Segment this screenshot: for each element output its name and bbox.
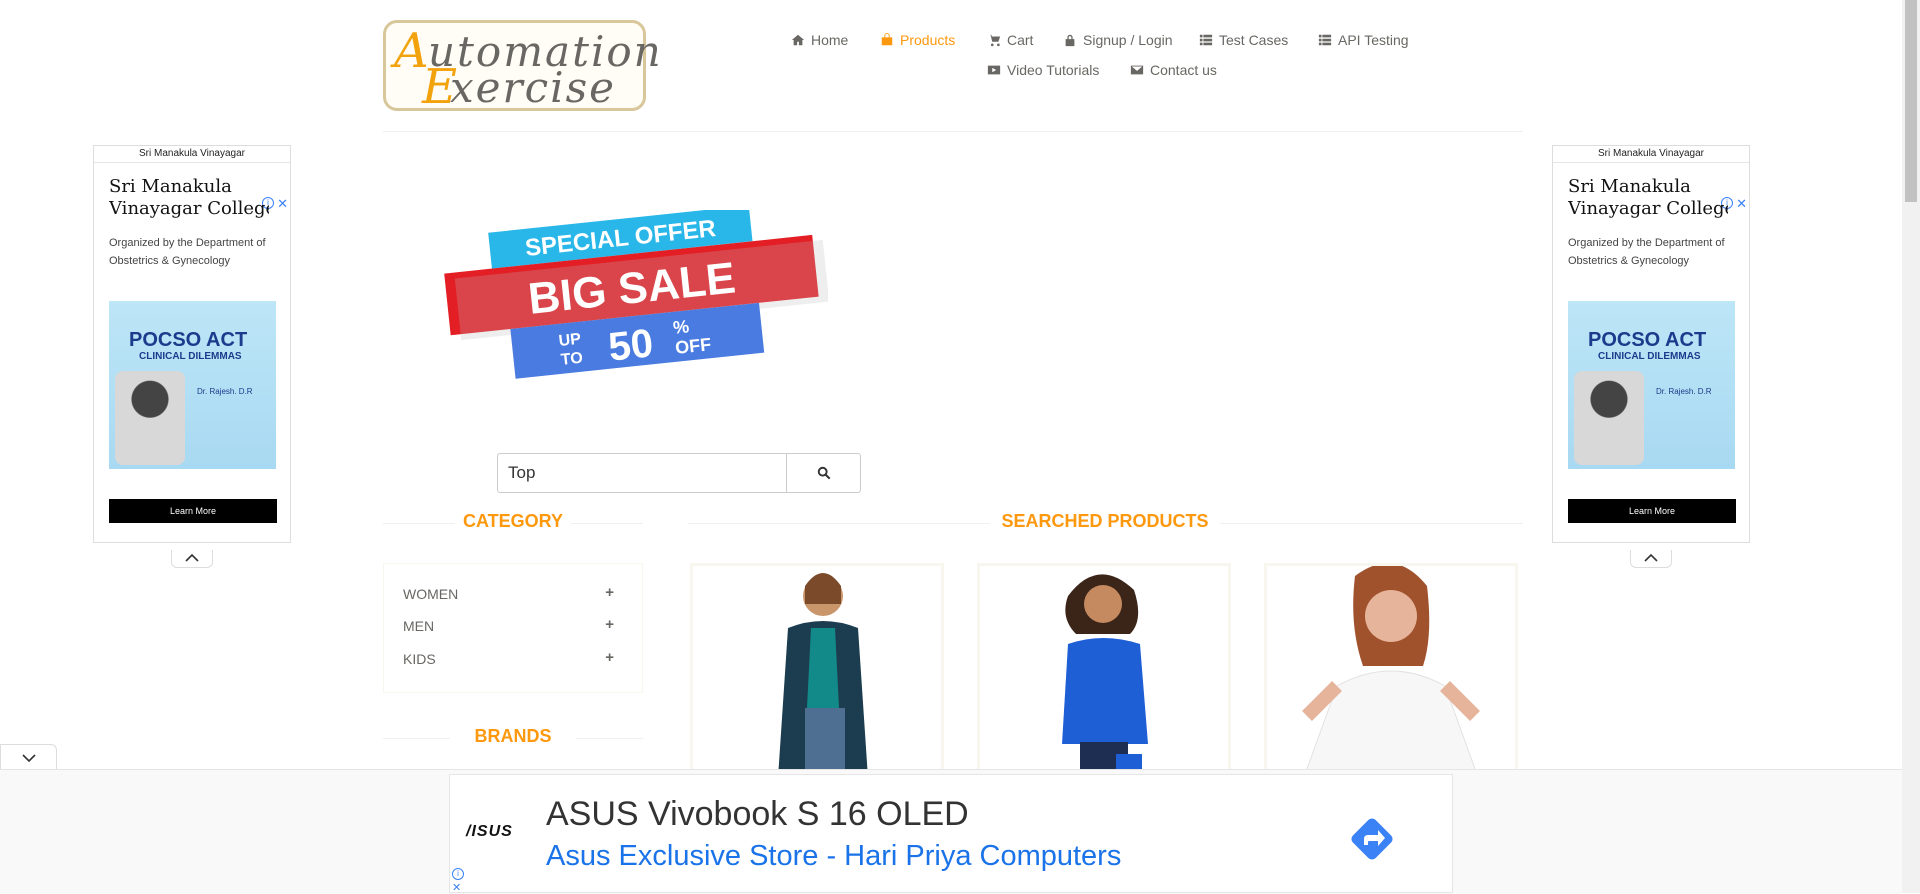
product-image <box>1267 566 1515 780</box>
ad-description: Organized by the Department of Obstetric… <box>1568 237 1725 267</box>
close-icon[interactable]: ✕ <box>277 196 288 212</box>
search-button[interactable] <box>786 453 861 493</box>
product-card[interactable] <box>977 563 1231 783</box>
category-panel: WOMEN + MEN + KIDS + <box>383 563 643 693</box>
poster-photo <box>115 371 185 465</box>
site-logo[interactable]: A utomation E xercise <box>383 20 661 115</box>
lock-icon <box>1065 34 1075 47</box>
poster-title: POCSO ACT <box>129 329 248 351</box>
right-ad-collapse-button[interactable] <box>1630 550 1672 568</box>
category-title: CATEGORY <box>455 511 571 532</box>
list-icon <box>1199 34 1213 46</box>
nav-contact-us[interactable]: Contact us <box>1130 62 1217 78</box>
ad-learn-more-button[interactable]: Learn More <box>109 499 277 523</box>
banner-to: TO <box>560 350 584 369</box>
expand-women-icon[interactable]: + <box>605 584 614 601</box>
home-icon <box>791 34 805 46</box>
left-side-ad[interactable]: Sri Manakula Vinayagar i ✕ Sri Manakula … <box>93 145 291 543</box>
banner-off: OFF <box>674 334 712 358</box>
ad-poster-image: POCSO ACT CLINICAL DILEMMAS Dr. Rajesh. … <box>109 301 276 469</box>
product-image <box>693 566 941 780</box>
poster-speaker: Dr. Rajesh. D.R <box>1656 387 1712 396</box>
product-card[interactable] <box>690 563 944 783</box>
nav-home-label: Home <box>811 32 849 48</box>
ad-arrow-button[interactable] <box>1348 815 1396 863</box>
expand-kids-icon[interactable]: + <box>605 649 614 666</box>
nav-signup-login[interactable]: Signup / Login <box>1063 32 1173 48</box>
nav-api-testing[interactable]: API Testing <box>1318 32 1409 48</box>
asus-logo: /ISUS <box>466 823 513 840</box>
ad-title-line1: Sri Manakula <box>109 176 232 197</box>
close-icon[interactable]: ✕ <box>1736 196 1747 212</box>
poster-title: POCSO ACT <box>1588 329 1707 351</box>
nav-video-tutorials[interactable]: Video Tutorials <box>987 62 1099 78</box>
poster-subtitle: CLINICAL DILEMMAS <box>1598 351 1701 362</box>
ad-header: Sri Manakula Vinayagar <box>94 146 290 163</box>
ad-poster-image: POCSO ACT CLINICAL DILEMMAS Dr. Rajesh. … <box>1568 301 1735 469</box>
nav-products[interactable]: Products <box>880 32 955 48</box>
chevron-down-icon <box>21 754 36 763</box>
sale-banner: SPECIAL OFFER BIG SALE UP TO 50 % OFF <box>438 205 830 390</box>
ad-description: Organized by the Department of Obstetric… <box>109 237 266 267</box>
product-image <box>980 566 1228 780</box>
right-side-ad[interactable]: Sri Manakula Vinayagar i ✕ Sri Manakula … <box>1552 145 1750 543</box>
search-icon <box>817 466 830 480</box>
close-icon[interactable]: ✕ <box>452 881 461 894</box>
list-icon <box>1318 34 1332 46</box>
nav-test-cases[interactable]: Test Cases <box>1199 32 1288 48</box>
poster-speaker: Dr. Rajesh. D.R <box>197 387 253 396</box>
nav-api-testing-label: API Testing <box>1338 32 1409 48</box>
header-divider <box>383 131 1523 132</box>
product-card[interactable] <box>1264 563 1518 783</box>
scrollbar-thumb[interactable] <box>1905 0 1917 202</box>
ad-title: Sri Manakula Vinayagar College <box>1568 176 1728 220</box>
nav-cart[interactable]: Cart <box>987 32 1033 48</box>
ad-title: Sri Manakula Vinayagar College <box>109 176 269 220</box>
searched-products-title: SEARCHED PRODUCTS <box>990 511 1220 532</box>
envelope-icon <box>1130 65 1144 75</box>
chevron-up-icon <box>185 553 199 562</box>
nav-signup-login-label: Signup / Login <box>1083 32 1173 48</box>
direction-arrow-icon <box>1351 818 1393 860</box>
brands-title: BRANDS <box>450 726 576 747</box>
youtube-icon <box>987 65 1001 75</box>
category-men[interactable]: MEN <box>403 618 434 634</box>
ad-headline: ASUS Vivobook S 16 OLED <box>546 795 969 833</box>
ad-title-line2: Vinayagar College <box>109 198 269 219</box>
ad-subline[interactable]: Asus Exclusive Store - Hari Priya Comput… <box>546 840 1121 873</box>
category-women[interactable]: WOMEN <box>403 586 458 602</box>
ad-title-line1: Sri Manakula <box>1568 176 1691 197</box>
banner-percent: % <box>672 316 690 338</box>
adchoices-icon[interactable]: i <box>452 868 464 880</box>
search-input[interactable]: Top <box>497 453 787 493</box>
logo-word2: xercise <box>450 63 616 112</box>
poster-photo <box>1574 371 1644 465</box>
nav-home[interactable]: Home <box>791 32 848 48</box>
chevron-up-icon <box>1644 553 1658 562</box>
nav-video-tutorials-label: Video Tutorials <box>1007 62 1100 78</box>
cart-icon <box>987 34 1001 47</box>
banner-up: UP <box>558 331 582 350</box>
nav-contact-us-label: Contact us <box>1150 62 1217 78</box>
category-kids[interactable]: KIDS <box>403 651 436 667</box>
ad-header: Sri Manakula Vinayagar <box>1553 146 1749 163</box>
ad-title-line2: Vinayagar College <box>1568 198 1728 219</box>
bottom-ad[interactable]: /ISUS ASUS Vivobook S 16 OLED Asus Exclu… <box>449 774 1453 894</box>
nav-cart-label: Cart <box>1007 32 1034 48</box>
nav-products-label: Products <box>900 32 956 48</box>
nav-test-cases-label: Test Cases <box>1219 32 1289 48</box>
poster-subtitle: CLINICAL DILEMMAS <box>139 351 242 362</box>
banner-fifty: 50 <box>606 321 655 369</box>
expand-men-icon[interactable]: + <box>605 616 614 633</box>
shopping-bag-icon <box>881 33 893 46</box>
ad-learn-more-button[interactable]: Learn More <box>1568 499 1736 523</box>
bottom-ad-collapse-tab[interactable] <box>0 744 57 770</box>
left-ad-collapse-button[interactable] <box>171 550 213 568</box>
